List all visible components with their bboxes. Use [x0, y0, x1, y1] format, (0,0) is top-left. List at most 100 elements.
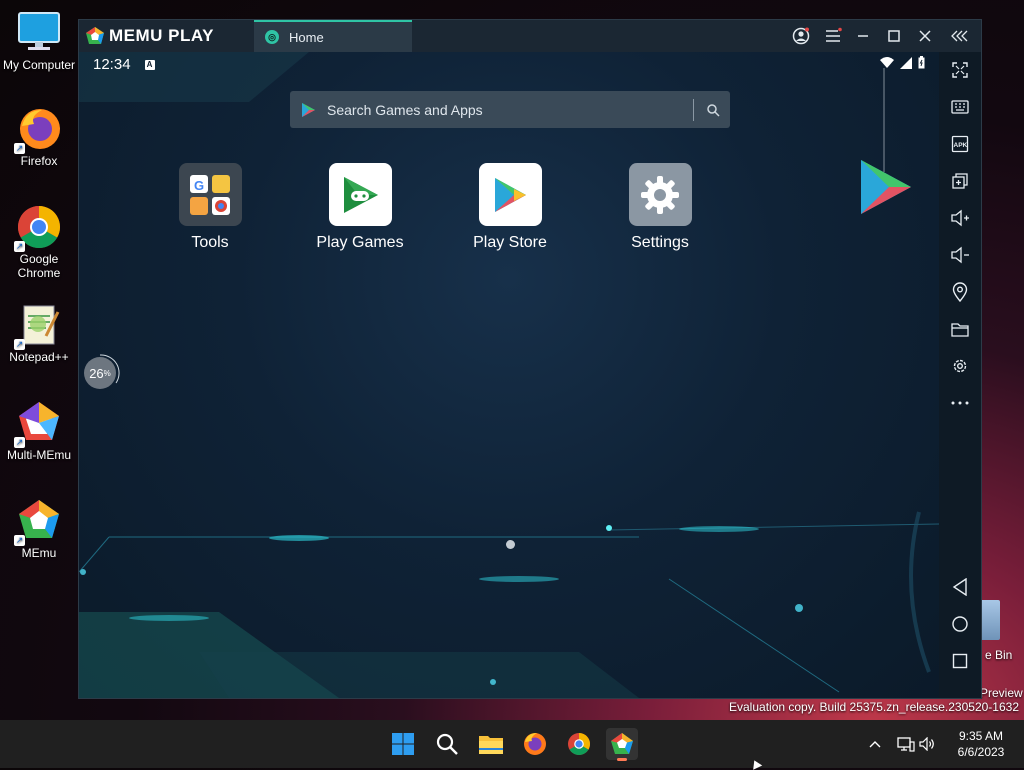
hamburger-icon: [826, 27, 842, 42]
search-divider: [693, 98, 694, 121]
volume-down-button[interactable]: [939, 237, 981, 273]
settings-button[interactable]: [939, 348, 981, 384]
shortcut-arrow-icon: ↗: [14, 241, 25, 252]
desktop-icon-label: My Computer: [2, 58, 76, 72]
notepad-plus-plus-icon: ↗: [14, 302, 62, 350]
clock[interactable]: 9:35 AM 6/6/2023: [946, 728, 1016, 760]
desktop-icon-label: Firefox: [20, 154, 58, 168]
menu-button[interactable]: [818, 20, 848, 52]
maximize-icon: [888, 30, 900, 42]
desktop-icon-multi-memu[interactable]: ↗ Multi-MEmu: [0, 400, 78, 462]
collapse-sidebar-button[interactable]: [945, 20, 975, 52]
chevron-up-icon: [869, 741, 881, 748]
wallpaper-graphic: [79, 52, 939, 698]
play-store-small-icon: [302, 102, 315, 117]
folder-icon: [951, 323, 969, 337]
tab-home[interactable]: ◎ Home: [254, 20, 412, 52]
location-button[interactable]: [939, 274, 981, 310]
app-play-games[interactable]: Play Games: [300, 163, 420, 252]
taskbar-search-button[interactable]: [431, 728, 463, 760]
multi-memu-icon: ↗: [14, 400, 62, 448]
app-label: Tools: [191, 234, 229, 251]
fullscreen-button[interactable]: [939, 52, 981, 88]
chrome-icon: ↗: [14, 204, 62, 252]
close-icon: [919, 30, 931, 42]
shortcut-arrow-icon: ↗: [14, 339, 25, 350]
app-label: Play Games: [316, 234, 404, 251]
title-bar: MEMU PLAY ◎ Home: [79, 20, 981, 52]
play-store-wallpaper-logo: [861, 160, 911, 214]
taskbar-firefox-button[interactable]: [519, 728, 551, 760]
back-icon: [952, 578, 967, 596]
home-tab-icon: ◎: [265, 30, 279, 44]
svg-text:APK: APK: [954, 142, 968, 149]
taskbar-memu-button[interactable]: [606, 728, 638, 761]
minimize-button[interactable]: [848, 20, 878, 52]
app-play-store[interactable]: Play Store: [450, 163, 570, 252]
close-button[interactable]: [910, 20, 940, 52]
android-screen: 12:34 A Search Games and Apps G Tools Pl…: [79, 52, 939, 698]
folder-button[interactable]: [939, 311, 981, 347]
more-icon: [951, 401, 969, 405]
clock-time: 9:35 AM: [958, 729, 1004, 743]
volume-up-button[interactable]: [939, 200, 981, 236]
preview-label: Preview: [980, 686, 1023, 700]
app-settings[interactable]: Settings: [600, 163, 720, 252]
multi-window-icon: [952, 173, 968, 189]
network-volume-button[interactable]: [894, 728, 938, 760]
settings-gear-icon: [628, 163, 692, 226]
memu-window: MEMU PLAY ◎ Home 12:34 A Search Games an…: [79, 20, 981, 698]
minimize-icon: [858, 35, 868, 37]
desktop-icon-notepadpp[interactable]: ↗ Notepad++: [0, 302, 78, 364]
play-games-icon: [328, 163, 392, 226]
taskbar: 9:35 AM 6/6/2023: [0, 720, 1024, 768]
recycle-bin-icon[interactable]: [980, 600, 1000, 640]
emulator-sidebar: APK: [939, 52, 981, 698]
brand-text: MEMU PLAY: [109, 26, 214, 45]
multi-window-button[interactable]: [939, 163, 981, 199]
search-placeholder: Search Games and Apps: [327, 101, 483, 118]
volume-up-icon: [951, 209, 969, 227]
monitor-icon: [16, 10, 62, 56]
desktop-icon-label: MEmu: [21, 546, 57, 560]
progress-ring: [99, 354, 120, 384]
start-icon: [392, 733, 414, 755]
signal-icon: [900, 56, 912, 69]
keyboard-button[interactable]: [939, 89, 981, 125]
android-recents-button[interactable]: [939, 643, 981, 679]
fullscreen-icon: [952, 62, 968, 78]
desktop-icon-memu[interactable]: ↗ MEmu: [0, 498, 78, 560]
apk-button[interactable]: APK: [939, 126, 981, 162]
shortcut-arrow-icon: ↗: [14, 437, 25, 448]
android-home-button[interactable]: [939, 606, 981, 642]
app-tools[interactable]: G Tools: [150, 163, 270, 252]
firefox-icon: ↗: [14, 106, 62, 154]
search-bar[interactable]: Search Games and Apps: [290, 91, 730, 128]
speaker-icon: [919, 737, 934, 751]
maximize-button[interactable]: [879, 20, 909, 52]
recents-icon: [952, 653, 968, 669]
account-button[interactable]: [786, 20, 816, 52]
start-button[interactable]: [387, 728, 419, 760]
clock-date: 6/6/2023: [957, 745, 1005, 759]
play-store-icon: [478, 163, 542, 226]
memu-icon: [611, 733, 633, 754]
evaluation-watermark: Evaluation copy. Build 25375.zn_release.…: [729, 700, 1019, 714]
status-indicators: [880, 56, 925, 69]
android-back-button[interactable]: [939, 569, 981, 605]
taskbar-chrome-button[interactable]: [563, 728, 595, 760]
svg-text:G: G: [194, 178, 204, 193]
apk-icon: APK: [951, 135, 969, 153]
desktop-icon-my-computer[interactable]: My Computer: [0, 10, 78, 72]
more-button[interactable]: [939, 385, 981, 421]
search-icon: [436, 733, 458, 755]
app-label: Settings: [631, 234, 689, 251]
show-hidden-icons-button[interactable]: [860, 728, 890, 760]
memu-logo-icon: [86, 27, 104, 44]
desktop-icon-label: Notepad++: [9, 350, 69, 364]
desktop-icon-chrome[interactable]: ↗ Google Chrome: [0, 204, 78, 280]
network-icon: [897, 737, 915, 752]
desktop-icon-firefox[interactable]: ↗ Firefox: [0, 106, 78, 168]
search-icon[interactable]: [706, 103, 720, 117]
file-explorer-button[interactable]: [475, 728, 507, 760]
